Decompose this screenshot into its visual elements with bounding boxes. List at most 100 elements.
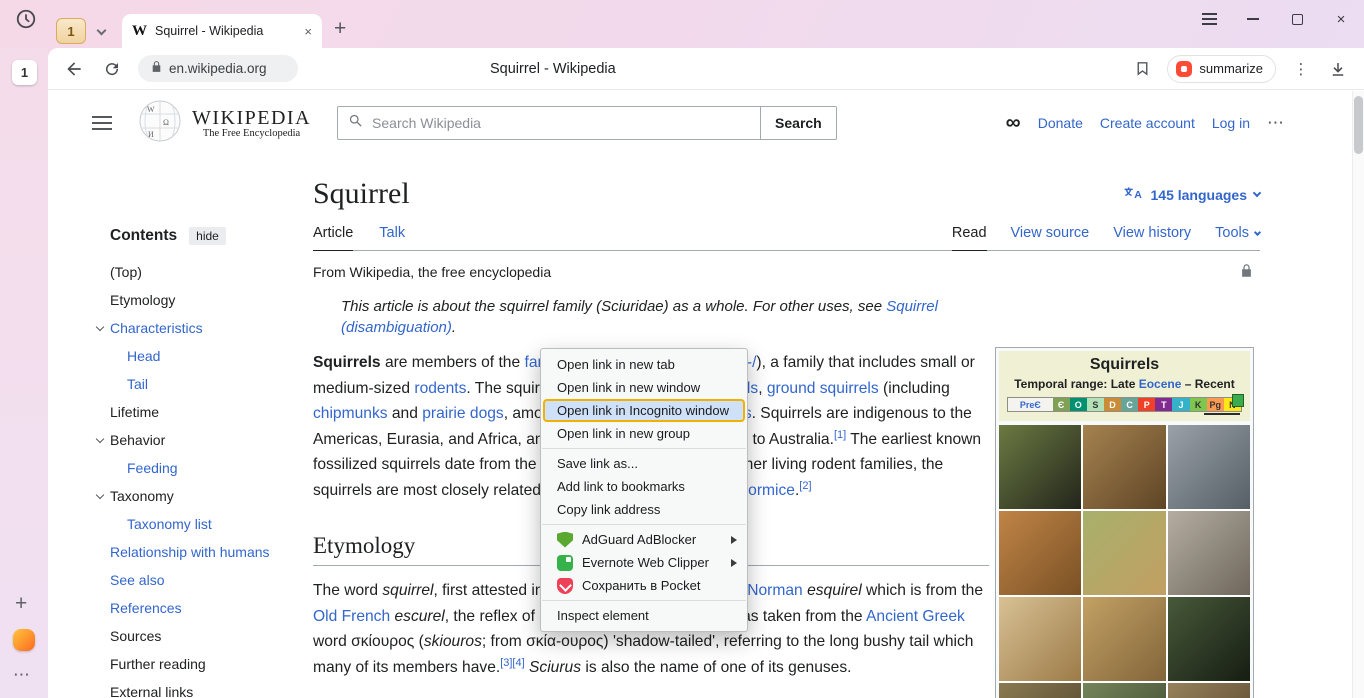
timeline-segment-d[interactable]: D — [1104, 398, 1121, 411]
squirrel-photo-2[interactable] — [1083, 425, 1165, 509]
toc-item-feeding[interactable]: Feeding — [96, 454, 306, 482]
main-menu-icon[interactable] — [92, 116, 112, 130]
toc-item-etymology[interactable]: Etymology — [96, 286, 306, 314]
header-more-icon[interactable]: ⋯ — [1267, 113, 1284, 133]
toc-item-tail[interactable]: Tail — [96, 370, 306, 398]
timeline-segment-pg[interactable]: Pg — [1207, 398, 1224, 411]
timeline-segment-1[interactable]: Є — [1053, 398, 1070, 411]
donate-link[interactable]: Donate — [1038, 115, 1083, 131]
toc-item-top[interactable]: (Top) — [96, 258, 306, 286]
menu-item-open-link-new-tab[interactable]: Open link in new tab — [541, 353, 747, 376]
toc-item-references[interactable]: References — [96, 594, 306, 622]
toc-item-characteristics[interactable]: Characteristics — [96, 314, 306, 342]
search-input[interactable] — [370, 114, 750, 132]
squirrel-photo-7[interactable] — [999, 597, 1081, 681]
timeline-segment-s[interactable]: S — [1087, 398, 1104, 411]
squirrel-photo-9[interactable] — [1168, 597, 1250, 681]
more-options-icon[interactable]: ⋮ — [1289, 57, 1313, 81]
squirrel-photo-5[interactable] — [1083, 511, 1165, 595]
menu-item-open-link-new-window[interactable]: Open link in new window — [541, 376, 747, 399]
menu-item-open-link-incognito-window[interactable]: Open link in Incognito window — [543, 399, 745, 422]
browser-tab[interactable]: W Squirrel - Wikipedia × — [122, 14, 322, 48]
toc-item-taxonomy-list[interactable]: Taxonomy list — [96, 510, 306, 538]
toc-item-behavior[interactable]: Behavior — [96, 426, 306, 454]
menu-item-copy-link-address[interactable]: Copy link address — [541, 498, 747, 521]
downloads-icon[interactable] — [1326, 57, 1350, 81]
tab-article[interactable]: Article — [313, 219, 353, 251]
toc-item-further-reading[interactable]: Further reading — [96, 650, 306, 678]
reload-button[interactable] — [100, 57, 124, 81]
sidebar-more-icon[interactable]: ⋯ — [13, 665, 31, 685]
tab-group-chevron-icon[interactable] — [97, 26, 107, 36]
timeline-segment-c[interactable]: C — [1121, 398, 1138, 411]
squirrel-photo-3[interactable] — [1168, 425, 1250, 509]
bookmark-icon[interactable] — [1130, 57, 1154, 81]
back-button[interactable] — [62, 57, 86, 81]
toc-item-head[interactable]: Head — [96, 342, 306, 370]
tab-view-source[interactable]: View source — [1011, 219, 1090, 250]
menu-item-inspect-element[interactable]: Inspect element — [541, 604, 747, 627]
address-bar[interactable]: en.wikipedia.org — [138, 55, 298, 82]
timeline-segment-k[interactable]: K — [1190, 398, 1207, 411]
wikipedia-favicon: W — [132, 23, 147, 40]
browser-menu-icon[interactable] — [1199, 9, 1219, 29]
squirrel-photo-12[interactable] — [1168, 683, 1250, 698]
timeline-segment-t[interactable]: T — [1155, 398, 1172, 411]
yandex-browser-icon[interactable] — [13, 629, 35, 651]
squirrel-photo-4[interactable] — [999, 511, 1081, 595]
submenu-arrow-icon — [731, 559, 737, 567]
scrollbar-thumb[interactable] — [1354, 96, 1363, 154]
timeline-segment-j[interactable]: J — [1172, 398, 1189, 411]
menu-item-adguard-adblocker[interactable]: AdGuard AdBlocker — [541, 528, 747, 551]
squirrel-photo-11[interactable] — [1083, 683, 1165, 698]
chevron-down-icon[interactable] — [96, 435, 104, 443]
infobox-title: Squirrels — [1002, 356, 1247, 374]
sidebar-tab-counter[interactable]: 1 — [12, 60, 37, 85]
toc-item-relationship-with-humans[interactable]: Relationship with humans — [96, 538, 306, 566]
toc-item-sources[interactable]: Sources — [96, 622, 306, 650]
log-in-link[interactable]: Log in — [1212, 115, 1250, 131]
timeline-segment-o[interactable]: O — [1070, 398, 1087, 411]
tab-close-icon[interactable]: × — [304, 24, 312, 39]
tab-group-chip[interactable]: 1 — [56, 18, 86, 44]
search-box[interactable] — [337, 106, 761, 140]
toc-hide-button[interactable]: hide — [189, 227, 226, 245]
menu-item-open-link-new-group[interactable]: Open link in new group — [541, 422, 747, 445]
wikipedia-wordmark[interactable]: WIKIPEDIA The Free Encyclopedia — [192, 108, 311, 139]
languages-button[interactable]: A 145 languages — [1123, 185, 1261, 211]
chevron-down-icon[interactable] — [96, 491, 104, 499]
squirrel-photo-1[interactable] — [999, 425, 1081, 509]
wikipedia-globe-logo[interactable]: W Ω И — [138, 99, 182, 148]
minimize-button[interactable] — [1243, 9, 1263, 29]
timeline-segment-p[interactable]: P — [1138, 398, 1155, 411]
infinity-icon[interactable]: ∞ — [1006, 114, 1021, 132]
sidebar-add-icon[interactable]: + — [15, 592, 27, 616]
toc-item-external-links[interactable]: External links — [96, 678, 306, 698]
squirrel-photo-8[interactable] — [1083, 597, 1165, 681]
close-window-button[interactable]: × — [1331, 9, 1351, 29]
menu-item-evernote-web-clipper[interactable]: Evernote Web Clipper — [541, 551, 747, 574]
history-clock-icon[interactable] — [15, 8, 37, 30]
menu-item-add-link-to-bookmarks[interactable]: Add link to bookmarks — [541, 475, 747, 498]
tab-view-history[interactable]: View history — [1113, 219, 1191, 250]
menu-separator — [542, 448, 746, 449]
page-protection-lock-icon[interactable] — [1239, 263, 1254, 281]
toc-item-lifetime[interactable]: Lifetime — [96, 398, 306, 426]
scrollbar[interactable] — [1352, 91, 1364, 698]
timeline-segment-pre[interactable]: PreЄ — [1008, 398, 1053, 411]
menu-item-save-link-as[interactable]: Save link as... — [541, 452, 747, 475]
tab-tools[interactable]: Tools — [1215, 219, 1260, 250]
toc-item-taxonomy[interactable]: Taxonomy — [96, 482, 306, 510]
tab-talk[interactable]: Talk — [379, 219, 405, 250]
create-account-link[interactable]: Create account — [1100, 115, 1195, 131]
squirrel-photo-10[interactable] — [999, 683, 1081, 698]
squirrel-photo-6[interactable] — [1168, 511, 1250, 595]
maximize-button[interactable] — [1287, 9, 1307, 29]
toc-item-see-also[interactable]: See also — [96, 566, 306, 594]
search-button[interactable]: Search — [761, 106, 837, 140]
chevron-down-icon[interactable] — [96, 323, 104, 331]
menu-item-save-to-pocket[interactable]: Сохранить в Pocket — [541, 574, 747, 597]
summarize-button[interactable]: summarize — [1167, 55, 1276, 83]
new-tab-button[interactable]: + — [334, 17, 346, 41]
tab-read[interactable]: Read — [952, 219, 987, 251]
